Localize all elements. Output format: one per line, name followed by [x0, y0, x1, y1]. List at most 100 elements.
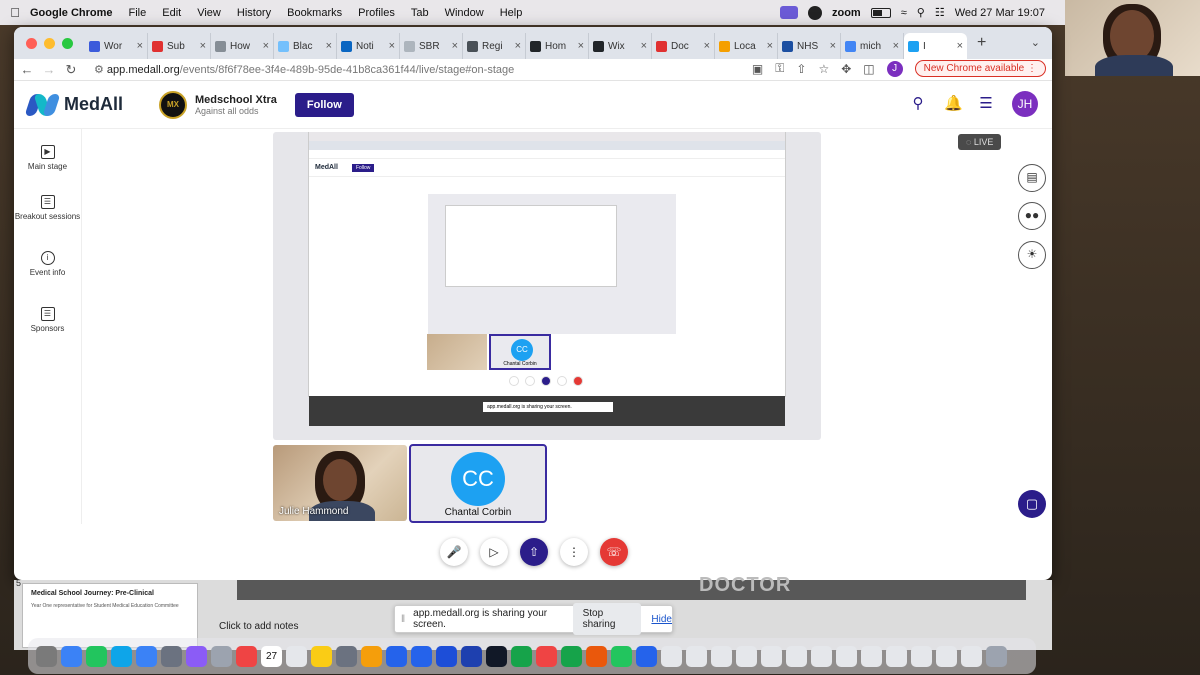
- browser-tab[interactable]: Noti ×: [337, 33, 400, 59]
- dock-app-icon[interactable]: [211, 645, 232, 667]
- bookmark-star-icon[interactable]: ☆: [818, 62, 829, 76]
- menu-bookmarks[interactable]: Bookmarks: [287, 7, 342, 19]
- follow-button[interactable]: Follow: [294, 92, 354, 117]
- tab-close-icon[interactable]: ×: [704, 40, 710, 52]
- browser-tab[interactable]: mich ×: [841, 33, 904, 59]
- dock-app-icon[interactable]: [161, 645, 182, 667]
- new-tab-button[interactable]: +: [977, 34, 986, 52]
- dock-app-icon[interactable]: [511, 645, 532, 667]
- menu-window[interactable]: Window: [445, 7, 484, 19]
- browser-tab[interactable]: I ×: [904, 33, 967, 59]
- apple-icon[interactable]: : [0, 5, 30, 20]
- browser-tab[interactable]: Sub ×: [148, 33, 211, 59]
- dock-app-icon[interactable]: [461, 645, 482, 667]
- reload-icon[interactable]: ↻: [62, 62, 80, 78]
- calendar-dock-icon[interactable]: 27: [261, 645, 282, 667]
- dock-app-icon[interactable]: [361, 645, 382, 667]
- site-info-icon[interactable]: ⚙: [94, 64, 107, 76]
- stop-sharing-button[interactable]: Stop sharing: [572, 603, 642, 635]
- forward-icon[interactable]: →: [40, 62, 58, 77]
- menu-file[interactable]: File: [129, 7, 147, 19]
- menubar-app-name[interactable]: Google Chrome: [30, 7, 113, 19]
- user-avatar[interactable]: JH: [1012, 91, 1038, 117]
- dock-app-icon[interactable]: [836, 645, 857, 667]
- tab-close-icon[interactable]: ×: [263, 40, 269, 52]
- fullscreen-window-button[interactable]: [62, 37, 73, 49]
- tab-close-icon[interactable]: ×: [957, 40, 963, 52]
- dock-app-icon[interactable]: [761, 645, 782, 667]
- url-field[interactable]: ⚙ app.medall.org/events/8f6f78ee-3f4e-48…: [94, 63, 514, 76]
- dock-app-icon[interactable]: [111, 645, 132, 667]
- hamburger-menu-icon[interactable]: ☰: [978, 96, 994, 112]
- medall-logo[interactable]: MedAll: [24, 93, 123, 116]
- browser-tab[interactable]: Wor ×: [85, 33, 148, 59]
- notifications-bell-icon[interactable]: 🔔: [944, 96, 963, 112]
- dock-app-icon[interactable]: [686, 645, 707, 667]
- menu-tab[interactable]: Tab: [411, 7, 429, 19]
- browser-tab[interactable]: Blac ×: [274, 33, 337, 59]
- dock-app-icon[interactable]: [886, 645, 907, 667]
- dock-app-icon[interactable]: [286, 645, 307, 667]
- dock-app-icon[interactable]: [611, 645, 632, 667]
- dock-app-icon[interactable]: [911, 645, 932, 667]
- browser-tab[interactable]: Wix ×: [589, 33, 652, 59]
- side-panel-icon[interactable]: ◫: [863, 62, 874, 76]
- dock-app-icon[interactable]: [236, 645, 257, 667]
- sidebar-item-main-stage[interactable]: ▶ Main stage: [14, 145, 81, 171]
- tab-close-icon[interactable]: ×: [452, 40, 458, 52]
- chat-bubble-icon[interactable]: ▢: [1018, 490, 1046, 518]
- chat-panel-icon[interactable]: ▤: [1018, 164, 1046, 192]
- screen-share-icon[interactable]: [779, 6, 798, 19]
- screen-share-button-icon[interactable]: ⇧: [520, 538, 548, 566]
- tab-close-icon[interactable]: ×: [200, 40, 206, 52]
- dock-app-icon[interactable]: [636, 645, 657, 667]
- people-panel-icon[interactable]: ●●: [1018, 202, 1046, 230]
- spotlight-icon[interactable]: ⚲: [917, 6, 925, 19]
- dock-app-icon[interactable]: [311, 645, 332, 667]
- share-icon[interactable]: ⇧: [796, 62, 806, 76]
- browser-tab[interactable]: Doc ×: [652, 33, 715, 59]
- menu-view[interactable]: View: [197, 7, 221, 19]
- browser-tab[interactable]: SBR ×: [400, 33, 463, 59]
- dock-app-icon[interactable]: [36, 645, 57, 667]
- menubar-clock[interactable]: Wed 27 Mar 19:07: [955, 7, 1045, 19]
- new-chrome-available-button[interactable]: New Chrome available ⋮: [914, 60, 1046, 77]
- ideas-bulb-icon[interactable]: ☀: [1018, 241, 1046, 269]
- hide-link[interactable]: Hide: [651, 614, 672, 625]
- dock-app-icon[interactable]: [811, 645, 832, 667]
- dock-app-icon[interactable]: [661, 645, 682, 667]
- tab-close-icon[interactable]: ×: [137, 40, 143, 52]
- dock-app-icon[interactable]: [736, 645, 757, 667]
- dock-app-icon[interactable]: [61, 645, 82, 667]
- zoom-status[interactable]: zoom: [832, 7, 861, 19]
- tab-close-icon[interactable]: ×: [767, 40, 773, 52]
- grammarly-icon[interactable]: [807, 5, 822, 20]
- organizer-badge[interactable]: MX: [159, 90, 188, 119]
- dock-app-icon[interactable]: [336, 645, 357, 667]
- tab-close-icon[interactable]: ×: [893, 40, 899, 52]
- dock-app-icon[interactable]: [711, 645, 732, 667]
- dock-app-icon[interactable]: [936, 645, 957, 667]
- dock-app-icon[interactable]: [536, 645, 557, 667]
- dock-app-icon[interactable]: [861, 645, 882, 667]
- battery-icon[interactable]: [870, 7, 891, 18]
- camera-icon[interactable]: ▷: [480, 538, 508, 566]
- microphone-icon[interactable]: 🎤: [440, 538, 468, 566]
- add-notes-field[interactable]: Click to add notes: [219, 621, 299, 632]
- browser-tab[interactable]: Hom ×: [526, 33, 589, 59]
- browser-tab[interactable]: Loca ×: [715, 33, 778, 59]
- sidebar-item-sponsors[interactable]: ☰ Sponsors: [14, 307, 81, 333]
- more-options-icon[interactable]: ⋮: [560, 538, 588, 566]
- dock-app-icon[interactable]: [986, 645, 1007, 667]
- extensions-icon[interactable]: ✥: [841, 62, 851, 76]
- dock-app-icon[interactable]: [486, 645, 507, 667]
- menu-edit[interactable]: Edit: [162, 7, 181, 19]
- drag-handle-icon[interactable]: ‖: [401, 614, 405, 625]
- slide-canvas[interactable]: DOCTOR: [237, 574, 1026, 600]
- dock-app-icon[interactable]: [386, 645, 407, 667]
- menu-profiles[interactable]: Profiles: [358, 7, 395, 19]
- dock-app-icon[interactable]: [186, 645, 207, 667]
- dock-app-icon[interactable]: [786, 645, 807, 667]
- menu-help[interactable]: Help: [500, 7, 523, 19]
- tab-close-icon[interactable]: ×: [326, 40, 332, 52]
